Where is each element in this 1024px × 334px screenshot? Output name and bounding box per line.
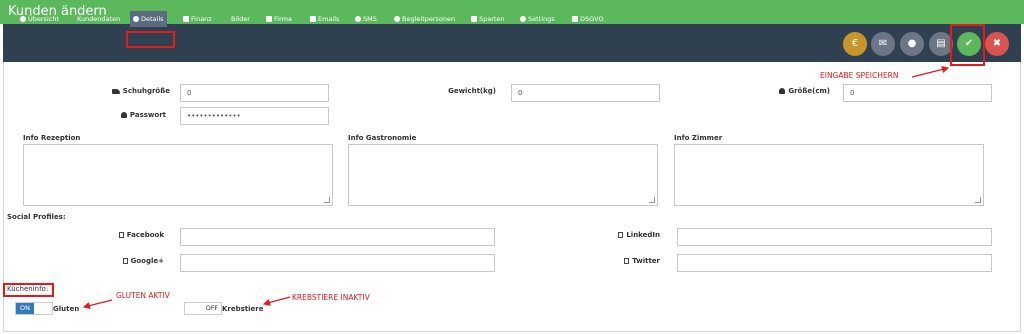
highlight-save-button [950,24,985,66]
gluten-toggle[interactable]: ON [15,302,53,315]
sms-button[interactable]: ● [900,32,924,56]
tab-label: DSGVO [580,15,604,23]
info-icon [133,16,139,22]
social-profiles-heading: Social Profiles: [7,213,66,221]
tab-sms[interactable]: SMS [355,11,377,27]
label-linkedin: LinkedIn [600,231,660,239]
finance-button[interactable]: € [843,32,867,56]
email-button[interactable]: ✉ [871,32,895,56]
toggle-knob [185,303,203,314]
twitter-input[interactable] [677,254,992,272]
twitter-icon [624,258,630,264]
shoe-icon [111,88,120,94]
gears-icon [520,16,526,22]
toggle-knob [34,303,52,314]
linkedin-icon [618,232,624,238]
envelope-icon [310,16,316,22]
label-passwort: Passwort [100,111,166,119]
envelope-icon: ✉ [878,38,888,49]
label-gluten: Gluten [53,305,80,313]
label-facebook: Facebook [100,231,164,239]
krebstiere-toggle[interactable]: OFF [184,302,222,315]
annotation-save: EINGABE SPEICHERN [820,71,899,80]
tab-label: Bilder [231,15,250,23]
facebook-icon [118,232,124,238]
facebook-input[interactable] [180,228,495,246]
person-icon [779,88,786,94]
person-icon [120,112,127,118]
tab-label: Emails [318,15,340,23]
linkedin-input[interactable] [677,228,992,246]
euro-icon: € [851,38,859,49]
building-icon [266,16,272,22]
person-icon [20,16,26,22]
tab-label: Finanz [191,15,212,23]
info-gastronomie-textarea[interactable] [348,144,658,206]
chat-icon: ● [907,38,917,49]
label-gewicht: Gewicht(kg) [448,87,496,95]
tab-details[interactable]: Details [130,11,167,27]
tab-label: Kundendaten [77,15,121,23]
tab-label: Firma [274,15,292,23]
tab-firma[interactable]: Firma [266,11,292,27]
group-icon [394,16,400,22]
label-google: Google+ [100,257,164,265]
info-rezeption-textarea[interactable] [23,144,333,206]
gewicht-input[interactable]: 0 [511,84,660,102]
label-krebstiere: Krebstiere [222,305,264,313]
tab-begleitpersonen[interactable]: Begleitpersonen [394,11,455,27]
tab-settings[interactable]: Settings [520,11,555,27]
tab-label: Details [141,15,164,23]
google-input[interactable] [180,254,495,272]
chat-icon [355,16,361,22]
label-schuhgroesse: Schuhgröße [100,87,170,95]
label-groesse: Größe(cm) [760,87,830,95]
tab-label: Settings [528,15,555,23]
tab-label: Übersicht [28,15,59,23]
annotation-gluten: GLUTEN AKTIV [116,291,170,300]
toggle-off-label: OFF [203,303,221,314]
shield-icon [183,16,189,22]
toggle-on-label: ON [16,303,34,314]
tab-uebersicht[interactable]: Übersicht [20,11,59,27]
tab-sparten[interactable]: Sparten [471,11,505,27]
annotation-krebstiere: KREBSTIERE INAKTIV [292,293,370,302]
label-info-rezeption: Info Rezeption [23,134,81,142]
tab-emails[interactable]: Emails [310,11,339,27]
label-info-zimmer: Info Zimmer [674,134,723,142]
tab-label: Sparten [479,15,505,23]
tab-finanz[interactable]: Finanz [183,11,212,27]
tab-dsgvo[interactable]: DSGVO [572,11,604,27]
file-icon [471,16,477,22]
groesse-input[interactable]: 0 [843,84,992,102]
schuhgroesse-input[interactable]: 0 [180,84,329,102]
passwort-input[interactable]: ••••••••••••• [180,107,329,125]
label-info-gastronomie: Info Gastronomie [348,134,417,142]
tab-bilder[interactable]: Bilder [231,11,250,27]
highlight-details-tab [126,31,175,48]
print-icon: ▤ [936,38,946,49]
close-icon: ✖ [992,38,1002,49]
info-zimmer-textarea[interactable] [674,144,984,206]
shield-icon [572,16,578,22]
tab-label: Begleitpersonen [402,15,456,23]
google-plus-icon [122,258,128,264]
label-twitter: Twitter [600,257,660,265]
cancel-button[interactable]: ✖ [985,32,1009,56]
kuechen-heading: Kücheninfo: [7,285,49,293]
tab-label: SMS [363,15,377,23]
tab-kundendaten[interactable]: Kundendaten [77,11,120,27]
